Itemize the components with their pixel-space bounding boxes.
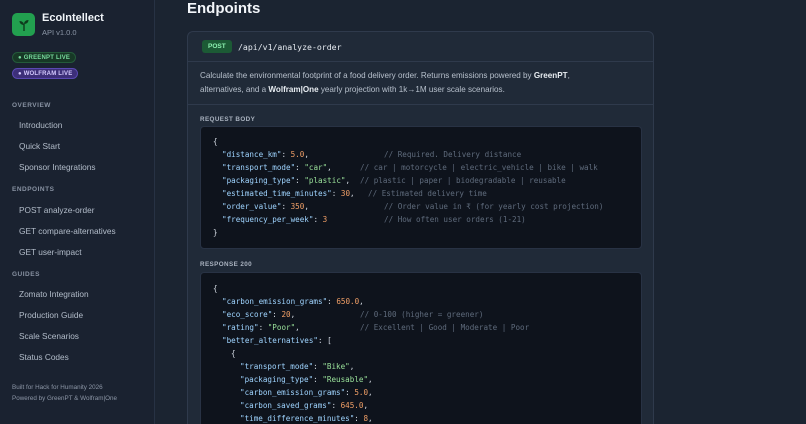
code-line: "eco_score": 20, <box>222 310 296 319</box>
code-comment: // Order value in ₹ (for yearly cost pro… <box>384 202 604 211</box>
endpoint-description: Calculate the environmental footprint of… <box>200 71 570 94</box>
nav-item-scale-scenarios[interactable]: Scale Scenarios <box>19 331 79 341</box>
code-comment: // How often user orders (1-21) <box>384 215 526 224</box>
code-comment: // Excellent | Good | Moderate | Poor <box>360 323 530 332</box>
code-line: "distance_km": 5.0, <box>222 150 309 159</box>
greenpt-live-badge: ● GREENPT LIVE <box>12 52 77 63</box>
wolfram-live-badge: ● WOLFRAM LIVE <box>12 68 79 79</box>
code-line: { <box>213 284 218 293</box>
nav-item-get-user-impact[interactable]: GET user-impact <box>19 247 82 257</box>
api-version: API v1.0.0 <box>42 28 77 37</box>
code-comment: // car | motorcycle | electric_vehicle |… <box>360 163 598 172</box>
response-200-label: RESPONSE 200 <box>200 261 253 268</box>
request-code-block[interactable]: { "distance_km": 5.0, // Required. Deliv… <box>200 126 642 249</box>
endpoint-header: POST /api/v1/analyze-order <box>188 32 653 62</box>
code-line: "carbon_saved_grams": 645.0, <box>240 401 369 410</box>
code-line: "carbon_emission_grams": 5.0, <box>240 388 373 397</box>
brand[interactable]: EcoIntellect API v1.0.0 <box>12 12 104 37</box>
sprout-logo-icon <box>12 13 35 36</box>
code-line: "frequency_per_week": 3 <box>222 215 328 224</box>
nav-item-production-guide[interactable]: Production Guide <box>19 310 83 320</box>
response-code-block[interactable]: { "carbon_emission_grams": 650.0, "eco_s… <box>200 272 642 424</box>
nav-item-post-analyze-order[interactable]: POST analyze-order <box>19 205 94 215</box>
code-line: } <box>213 228 218 237</box>
nav-item-introduction[interactable]: Introduction <box>19 120 62 130</box>
code-comment: // Required. Delivery distance <box>384 150 522 159</box>
http-method-badge: POST <box>202 40 232 53</box>
wolfram-name: Wolfram|One <box>268 85 319 94</box>
code-line: "transport_mode": "car", <box>222 163 332 172</box>
code-line: "packaging_type": "plastic", <box>222 176 351 185</box>
code-comment: // 0-100 (higher = greener) <box>360 310 484 319</box>
sidebar: EcoIntellect API v1.0.0 ● GREENPT LIVE ●… <box>0 0 155 424</box>
greenpt-name: GreenPT <box>533 71 568 80</box>
code-line: "transport_mode": "Bike", <box>240 362 355 371</box>
code-line: { <box>213 137 218 146</box>
code-line: "rating": "Poor", <box>222 323 300 332</box>
nav-item-quick-start[interactable]: Quick Start <box>19 141 60 151</box>
code-line: "better_alternatives": [ <box>222 336 332 345</box>
request-body-label: REQUEST BODY <box>200 116 256 123</box>
code-line: { <box>231 349 236 358</box>
nav-heading-guides: GUIDES <box>12 271 40 278</box>
divider <box>188 104 653 105</box>
code-line: "carbon_emission_grams": 650.0, <box>222 297 364 306</box>
code-line: "time_difference_minutes": 8, <box>240 414 373 423</box>
code-comment: // plastic | paper | biodegradable | reu… <box>360 176 566 185</box>
code-comment: // Estimated delivery time <box>368 189 487 198</box>
endpoint-path: /api/v1/analyze-order <box>238 42 342 52</box>
code-line: "packaging_type": "Reusable", <box>240 375 373 384</box>
code-line: "order_value": 350, <box>222 202 309 211</box>
code-line: "estimated_time_minutes": 30, <box>222 189 355 198</box>
nav-item-get-compare-alternatives[interactable]: GET compare-alternatives <box>19 226 116 236</box>
brand-title: EcoIntellect <box>42 12 104 24</box>
nav-item-sponsor-integrations[interactable]: Sponsor Integrations <box>19 162 96 172</box>
nav-item-zomato-integration[interactable]: Zomato Integration <box>19 289 89 299</box>
endpoint-card: POST /api/v1/analyze-order Calculate the… <box>187 31 654 424</box>
footer-built-for: Built for Hack for Humanity 2026 <box>12 384 103 391</box>
nav-item-status-codes[interactable]: Status Codes <box>19 352 69 362</box>
footer-powered-by: Powered by GreenPT & Wolfram|One <box>12 395 117 402</box>
nav-heading-endpoints: ENDPOINTS <box>12 186 55 193</box>
page-title: Endpoints <box>187 0 261 17</box>
nav-heading-overview: OVERVIEW <box>12 102 51 109</box>
